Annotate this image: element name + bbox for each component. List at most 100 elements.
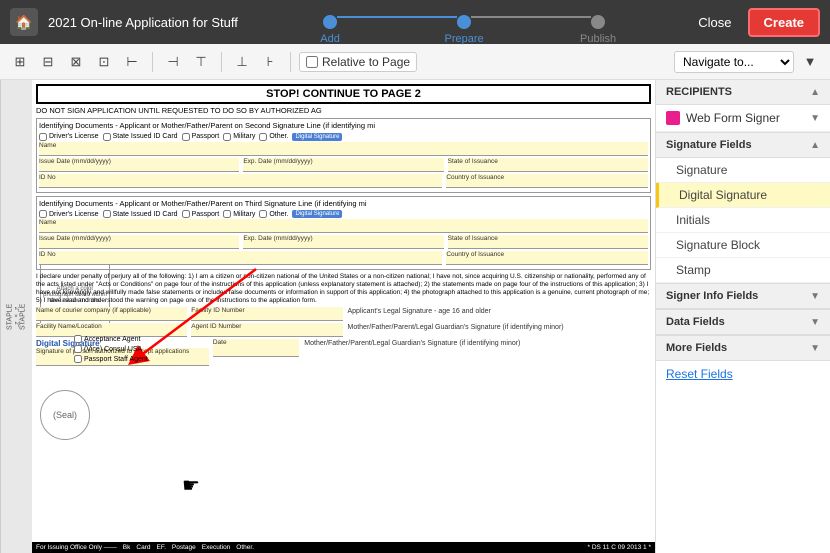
more-fields-header[interactable]: More Fields ▼ bbox=[656, 335, 830, 361]
field-issue-date-2[interactable]: Issue Date (mm/dd/yyyy) bbox=[39, 235, 239, 249]
recipients-chevron-icon[interactable]: ▲ bbox=[810, 87, 820, 98]
field-agent-id[interactable]: Agent ID Number bbox=[191, 323, 342, 337]
staple-left: STAPLE 2" × 2" STAPLE bbox=[0, 80, 32, 553]
field-stamp[interactable]: Stamp bbox=[656, 258, 830, 283]
home-button[interactable]: 🏠 bbox=[10, 8, 38, 36]
checkbox-drivers-1[interactable]: Driver's License bbox=[39, 133, 99, 141]
more-fields-label: More Fields bbox=[666, 342, 727, 354]
field-facility-id[interactable]: Facility ID Number bbox=[191, 307, 342, 321]
checkbox-state-id-2[interactable]: State Issued ID Card bbox=[103, 210, 178, 218]
recipient-item[interactable]: Web Form Signer ▼ bbox=[656, 105, 830, 132]
toolbar-icon-9[interactable]: ⊦ bbox=[258, 50, 282, 74]
declaration-text: I declare under penalty of perjury all o… bbox=[36, 273, 651, 304]
legal-sig-label: Applicant's Legal Signature - age 16 and… bbox=[347, 307, 652, 321]
recipients-header: RECIPIENTS ▲ bbox=[656, 80, 830, 105]
vice-consul-check[interactable]: (Vice) Consul USA bbox=[74, 345, 148, 353]
checkbox-other-1[interactable]: Other. bbox=[259, 133, 288, 141]
step-prepare-label: Prepare bbox=[444, 33, 483, 45]
mother-sig2-text: Mother/Father/Parent/Legal Guardian's Si… bbox=[304, 340, 520, 347]
connector-2 bbox=[471, 16, 591, 18]
checkbox-military-1[interactable]: Military bbox=[223, 133, 255, 141]
field-date[interactable]: Date bbox=[213, 339, 299, 357]
connector-1 bbox=[337, 16, 457, 18]
data-fields-label: Data Fields bbox=[666, 316, 725, 328]
field-digital-sig-label: Digital Signature bbox=[679, 188, 767, 202]
field-signature[interactable]: Signature bbox=[656, 158, 830, 183]
signature-fields-header[interactable]: Signature Fields ▲ bbox=[656, 132, 830, 158]
step-add[interactable]: Add bbox=[323, 15, 337, 29]
field-signature-block[interactable]: Signature Block bbox=[656, 233, 830, 258]
toolbar-icon-3[interactable]: ⊠ bbox=[64, 50, 88, 74]
barcode-text: * DS 11 C 09 2013 1 * bbox=[588, 544, 651, 551]
checkbox-other-2[interactable]: Other. bbox=[259, 210, 288, 218]
steps-container: Add Prepare Publish bbox=[323, 15, 605, 29]
checkbox-state-id-1[interactable]: State Issued ID Card bbox=[103, 133, 178, 141]
field-country-1[interactable]: Country of Issuance bbox=[446, 174, 648, 188]
digital-sig-badge-1: Digital Signature bbox=[292, 133, 342, 141]
data-fields-header[interactable]: Data Fields ▼ bbox=[656, 309, 830, 335]
recipient-color-badge bbox=[666, 111, 680, 125]
toolbar-icon-4[interactable]: ⊡ bbox=[92, 50, 116, 74]
toolbar-separator-2 bbox=[221, 52, 222, 72]
toolbar-icon-5[interactable]: ⊢ bbox=[120, 50, 144, 74]
recipient-chevron-icon[interactable]: ▼ bbox=[810, 113, 820, 124]
checkbox-passport-2[interactable]: Passport bbox=[182, 210, 220, 218]
acceptance-agent-check[interactable]: Acceptance Agent bbox=[74, 335, 148, 343]
toolbar-icon-2[interactable]: ⊟ bbox=[36, 50, 60, 74]
digital-sig-badge-2: Digital Signature bbox=[292, 210, 342, 218]
field-courier[interactable]: Name of courier company (if applicable) bbox=[36, 307, 187, 321]
signer-info-header[interactable]: Signer Info Fields ▼ bbox=[656, 283, 830, 309]
id-row-checkboxes-2: Driver's License State Issued ID Card Pa… bbox=[39, 210, 648, 218]
toolbar-icon-7[interactable]: ⊤ bbox=[189, 50, 213, 74]
field-stamp-label: Stamp bbox=[676, 263, 711, 277]
step-prepare[interactable]: Prepare bbox=[457, 15, 471, 29]
field-id-no-1[interactable]: ID No bbox=[39, 174, 442, 188]
relative-to-page-checkbox[interactable]: Relative to Page bbox=[299, 52, 417, 72]
field-country-2[interactable]: Country of Issuance bbox=[446, 251, 648, 265]
field-state-2[interactable]: State of Issuance bbox=[448, 235, 648, 249]
checkbox-drivers-2[interactable]: Driver's License bbox=[39, 210, 99, 218]
field-issue-date-1[interactable]: Issue Date (mm/dd/yyyy) bbox=[39, 158, 239, 172]
bottom-other: Other. bbox=[236, 544, 254, 551]
toolbar-icon-1[interactable]: ⊞ bbox=[8, 50, 32, 74]
field-sig-block-label: Signature Block bbox=[676, 238, 760, 252]
bottom-execution: Execution bbox=[202, 544, 231, 551]
close-button[interactable]: Close bbox=[690, 11, 739, 34]
acceptance-agents: Acceptance Agent (Vice) Consul USA Passp… bbox=[74, 335, 148, 363]
toolbar: ⊞ ⊟ ⊠ ⊡ ⊢ ⊣ ⊤ ⊥ ⊦ Relative to Page Navig… bbox=[0, 44, 830, 80]
sig-fields-chevron-icon[interactable]: ▲ bbox=[810, 140, 820, 151]
reset-fields-link[interactable]: Reset Fields bbox=[666, 367, 733, 381]
courier-row: Name of courier company (if applicable) … bbox=[36, 307, 651, 321]
recipient-name: Web Form Signer bbox=[686, 111, 804, 125]
checkbox-military-2[interactable]: Military bbox=[223, 210, 255, 218]
navigate-select[interactable]: Navigate to... bbox=[674, 51, 794, 73]
step-publish[interactable]: Publish bbox=[591, 15, 605, 29]
form-row-dates-2: Issue Date (mm/dd/yyyy) Exp. Date (mm/dd… bbox=[39, 235, 648, 249]
create-button[interactable]: Create bbox=[748, 8, 820, 37]
staple-label-bottom: STAPLE bbox=[20, 303, 27, 329]
date-field-area: Date bbox=[213, 339, 299, 366]
relative-checkbox-input[interactable] bbox=[306, 56, 318, 68]
checkbox-passport-1[interactable]: Passport bbox=[182, 133, 220, 141]
stop-banner: STOP! CONTINUE TO PAGE 2 bbox=[36, 84, 651, 104]
more-fields-chevron-icon[interactable]: ▼ bbox=[810, 343, 820, 354]
data-fields-chevron-icon[interactable]: ▼ bbox=[810, 317, 820, 328]
field-initials[interactable]: Initials bbox=[656, 208, 830, 233]
field-id-no-2[interactable]: ID No bbox=[39, 251, 442, 265]
toolbar-icon-8[interactable]: ⊥ bbox=[230, 50, 254, 74]
toolbar-icon-6[interactable]: ⊣ bbox=[161, 50, 185, 74]
field-exp-date-2[interactable]: Exp. Date (mm/dd/yyyy) bbox=[243, 235, 443, 249]
field-digital-signature[interactable]: Digital Signature bbox=[656, 183, 830, 208]
top-actions: Close Create bbox=[690, 8, 820, 37]
field-state-1[interactable]: State of Issuance bbox=[448, 158, 648, 172]
toolbar-chevron-down-icon[interactable]: ▼ bbox=[798, 50, 822, 74]
field-name-2[interactable]: Name bbox=[39, 219, 648, 233]
passport-staff-check[interactable]: Passport Staff Agent bbox=[74, 355, 148, 363]
field-signature-label: Signature bbox=[676, 163, 727, 177]
toolbar-separator-3 bbox=[290, 52, 291, 72]
bottom-ef: EF. bbox=[156, 544, 165, 551]
field-name-1[interactable]: Name bbox=[39, 142, 648, 156]
signer-info-chevron-icon[interactable]: ▼ bbox=[810, 291, 820, 302]
field-exp-date-1[interactable]: Exp. Date (mm/dd/yyyy) bbox=[243, 158, 443, 172]
document-area[interactable]: STAPLE 2" × 2" STAPLE Attach a color pho… bbox=[0, 80, 655, 553]
